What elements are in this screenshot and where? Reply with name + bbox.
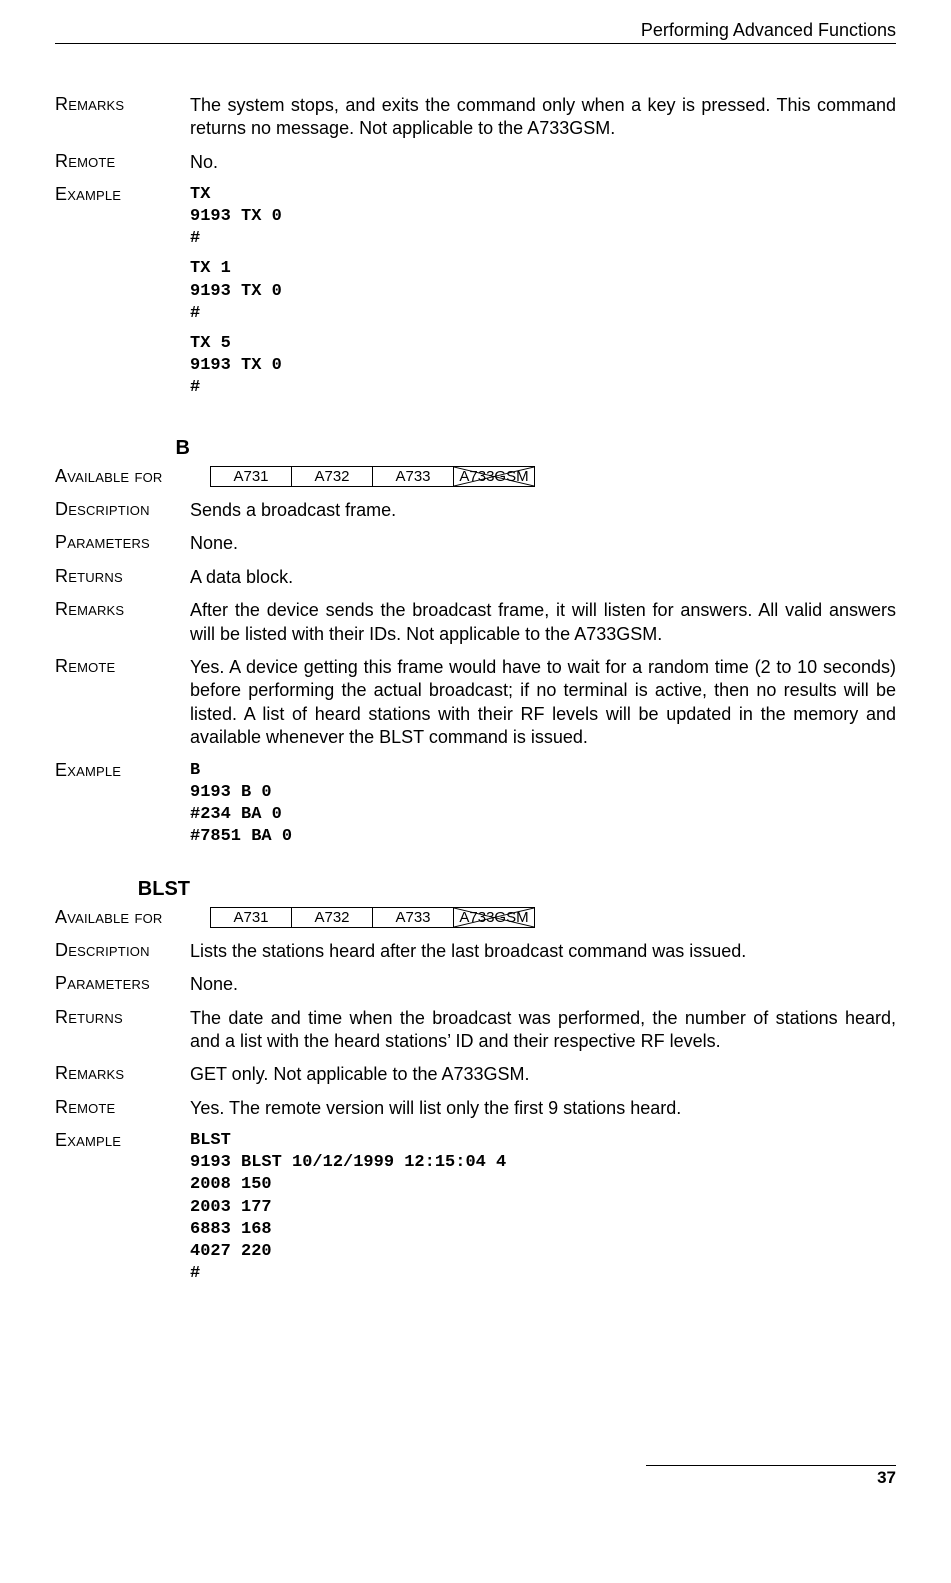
blst-remarks-label: Remarks xyxy=(55,1063,190,1084)
tx-remarks-label: Remarks xyxy=(55,94,190,115)
b-avail-cell-2: A733 xyxy=(373,467,454,487)
b-description-label: Description xyxy=(55,499,190,520)
blst-parameters-body: None. xyxy=(190,973,896,996)
tx-example-block2: TX 1 9193 TX 0 # xyxy=(190,258,896,324)
blst-example-label: Example xyxy=(55,1130,190,1151)
blst-remote-label: Remote xyxy=(55,1097,190,1118)
blst-avail-cell-3-text: A733GSM xyxy=(459,909,528,926)
page-number: 37 xyxy=(55,1468,896,1488)
b-available-table: A731 A732 A733 A733GSM xyxy=(210,466,535,487)
b-example-label: Example xyxy=(55,760,190,781)
b-parameters-body: None. xyxy=(190,532,896,555)
b-remarks-label: Remarks xyxy=(55,599,190,620)
b-example-block: B 9193 B 0 #234 BA 0 #7851 BA 0 xyxy=(190,760,896,848)
blst-example-block: BLST 9193 BLST 10/12/1999 12:15:04 4 200… xyxy=(190,1130,896,1285)
tx-remarks-body: The system stops, and exits the command … xyxy=(190,94,896,141)
tx-example-block1: TX 9193 TX 0 # xyxy=(190,184,896,250)
blst-description-label: Description xyxy=(55,940,190,961)
blst-remarks-body: GET only. Not applicable to the A733GSM. xyxy=(190,1063,896,1086)
b-remote-body: Yes. A device getting this frame would h… xyxy=(190,656,896,750)
blst-returns-body: The date and time when the broadcast was… xyxy=(190,1007,896,1054)
tx-example-label: Example xyxy=(55,184,190,205)
blst-avail-cell-0: A731 xyxy=(211,907,292,927)
b-available-label: Available for xyxy=(55,466,190,487)
tx-remote-label: Remote xyxy=(55,151,190,172)
blst-description-body: Lists the stations heard after the last … xyxy=(190,940,896,963)
blst-available-label: Available for xyxy=(55,907,190,928)
section-heading-b: B xyxy=(55,437,190,460)
b-avail-cell-0: A731 xyxy=(211,467,292,487)
page-header-title: Performing Advanced Functions xyxy=(55,20,896,43)
section-heading-blst: BLST xyxy=(55,878,190,901)
b-parameters-label: Parameters xyxy=(55,532,190,553)
tx-remote-body: No. xyxy=(190,151,896,174)
b-remarks-body: After the device sends the broadcast fra… xyxy=(190,599,896,646)
footer-rule xyxy=(646,1465,896,1466)
b-remote-label: Remote xyxy=(55,656,190,677)
blst-avail-cell-2: A733 xyxy=(373,907,454,927)
b-avail-cell-3: A733GSM xyxy=(454,467,535,487)
header-rule xyxy=(55,43,896,44)
b-avail-cell-1: A732 xyxy=(292,467,373,487)
blst-remote-body: Yes. The remote version will list only t… xyxy=(190,1097,896,1120)
blst-parameters-label: Parameters xyxy=(55,973,190,994)
b-returns-label: Returns xyxy=(55,566,190,587)
blst-returns-label: Returns xyxy=(55,1007,190,1028)
blst-avail-cell-3: A733GSM xyxy=(454,907,535,927)
blst-avail-cell-1: A732 xyxy=(292,907,373,927)
tx-example-block3: TX 5 9193 TX 0 # xyxy=(190,333,896,399)
b-description-body: Sends a broadcast frame. xyxy=(190,499,896,522)
b-returns-body: A data block. xyxy=(190,566,896,589)
b-avail-cell-3-text: A733GSM xyxy=(459,468,528,485)
blst-available-table: A731 A732 A733 A733GSM xyxy=(210,907,535,928)
